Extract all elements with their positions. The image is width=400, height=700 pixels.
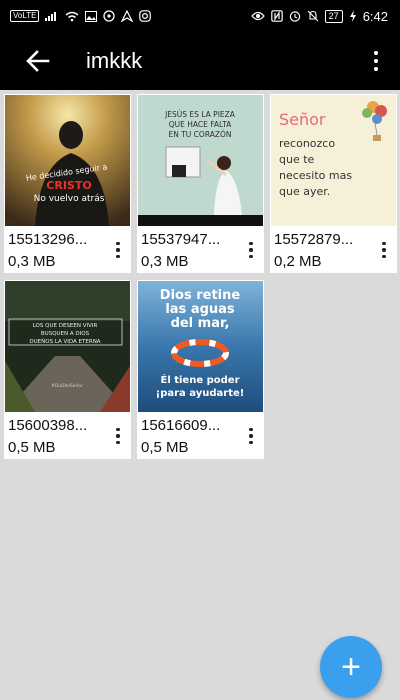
back-button[interactable] — [8, 32, 68, 90]
nfc-icon — [270, 10, 283, 22]
file-thumbnail[interactable]: He decidido seguir a CRISTO No vuelvo at… — [5, 95, 130, 226]
thumb-text: BUSQUEN A DIOS — [41, 331, 90, 337]
file-size: 0,2 MB — [274, 253, 322, 270]
more-vert-icon — [116, 427, 120, 445]
thumb-text: JESÚS ES LA PIEZA — [164, 110, 236, 119]
file-card[interactable]: JESÚS ES LA PIEZA QUE HACE FALTA EN TU C… — [137, 94, 264, 273]
thumb-text: reconozco — [279, 137, 335, 150]
image-icon — [85, 10, 98, 22]
more-vert-icon — [249, 427, 253, 445]
status-bar: VoLTE 27 6:42 — [0, 0, 400, 32]
thumb-text: ¡para ayudarte! — [156, 388, 245, 399]
file-menu-button[interactable] — [242, 238, 260, 262]
more-vert-icon — [249, 241, 253, 259]
file-card[interactable]: Señor reconozco que te necesito mas que … — [270, 94, 397, 273]
thumb-text: que ayer. — [279, 185, 330, 198]
thumb-text: Señor — [279, 110, 326, 129]
file-name: 15616609... — [141, 417, 221, 434]
thumb-text: #DiaDelSeñor — [51, 383, 83, 389]
thumb-text: No vuelvo atrás — [34, 194, 105, 204]
file-size: 0,3 MB — [8, 253, 56, 270]
thumb-text: necesito mas — [279, 169, 352, 182]
volte-badge: VoLTE — [10, 10, 40, 22]
file-name: 15513296... — [8, 231, 88, 248]
file-menu-button[interactable] — [242, 424, 260, 448]
wifi-icon — [65, 11, 79, 22]
file-size: 0,5 MB — [8, 439, 56, 456]
thumb-text: Él tiene poder — [160, 373, 239, 386]
battery-icon: 27 — [324, 9, 343, 23]
thumb-text: del mar, — [171, 316, 230, 331]
add-button[interactable]: + — [320, 636, 382, 698]
file-name: 15572879... — [274, 231, 354, 248]
instagram-icon — [139, 10, 152, 22]
more-vert-icon — [116, 241, 120, 259]
thumb-text: que te — [279, 153, 315, 166]
file-card[interactable]: Dios retine las aguas del mar, Él tiene … — [137, 280, 264, 459]
file-menu-button[interactable] — [375, 238, 393, 262]
file-name: 15537947... — [141, 231, 221, 248]
file-thumbnail[interactable]: LOS QUE DESEEN VIVIR BUSQUEN A DIOS DUEÑ… — [5, 281, 130, 412]
thumb-text: las aguas — [165, 302, 235, 317]
charging-icon — [349, 10, 357, 22]
more-vert-icon — [374, 51, 378, 71]
file-size: 0,5 MB — [141, 439, 189, 456]
file-size: 0,3 MB — [141, 253, 189, 270]
clock: 6:42 — [362, 8, 388, 24]
file-card[interactable]: He decidido seguir a CRISTO No vuelvo at… — [4, 94, 131, 273]
signal-icon — [45, 11, 59, 21]
navigation-icon — [121, 10, 134, 22]
file-thumbnail[interactable]: Dios retine las aguas del mar, Él tiene … — [138, 281, 263, 412]
file-name: 15600398... — [8, 417, 88, 434]
overflow-menu-button[interactable] — [356, 32, 396, 90]
thumb-text: Dios retine — [160, 288, 241, 303]
arrow-left-icon — [26, 50, 50, 72]
file-thumbnail[interactable]: Señor reconozco que te necesito mas que … — [271, 95, 396, 226]
alarm-icon — [289, 10, 301, 22]
eye-icon — [250, 11, 265, 21]
app-bar: imkkk — [0, 32, 400, 90]
thumb-text: EN TU CORAZÓN — [168, 130, 231, 139]
file-menu-button[interactable] — [109, 424, 127, 448]
whatsapp-icon — [103, 10, 116, 22]
thumb-text: QUE HACE FALTA — [169, 120, 232, 129]
file-thumbnail[interactable]: JESÚS ES LA PIEZA QUE HACE FALTA EN TU C… — [138, 95, 263, 226]
file-card[interactable]: LOS QUE DESEEN VIVIR BUSQUEN A DIOS DUEÑ… — [4, 280, 131, 459]
thumb-text: LOS QUE DESEEN VIVIR — [33, 323, 98, 329]
plus-icon: + — [341, 648, 361, 686]
mute-icon — [307, 10, 319, 22]
thumb-text: DUEÑOS LA VIDA ETERNA — [29, 338, 100, 345]
file-menu-button[interactable] — [109, 238, 127, 262]
page-title: imkkk — [86, 48, 143, 73]
thumb-text: CRISTO — [46, 179, 91, 192]
more-vert-icon — [382, 241, 386, 259]
